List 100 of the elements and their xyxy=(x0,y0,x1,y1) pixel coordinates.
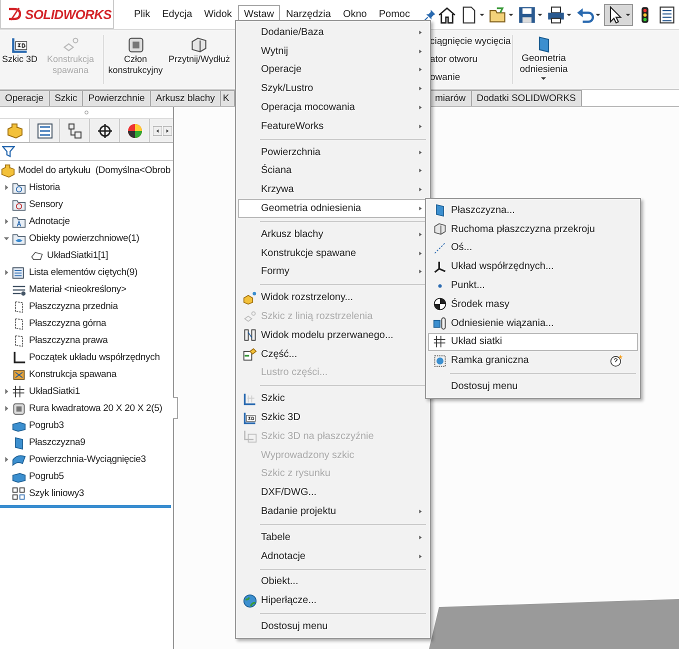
ribbon-tab[interactable]: Arkusz blachy xyxy=(150,90,221,106)
menu-item[interactable]: Arkusz blachy xyxy=(238,224,428,244)
open-folder-icon[interactable] xyxy=(489,6,507,24)
tree-item[interactable]: Historia xyxy=(29,182,60,193)
menu-item[interactable]: Hiperłącze... xyxy=(238,591,428,610)
new-document-icon[interactable] xyxy=(460,6,478,24)
menu-bar-item[interactable]: Widok xyxy=(198,5,238,24)
menu-item[interactable]: Punkt... xyxy=(428,276,638,295)
tree-item[interactable]: Sensory xyxy=(29,199,63,210)
caret-icon[interactable] xyxy=(625,12,631,18)
menu-item[interactable]: Dostosuj menu xyxy=(428,377,638,396)
expand-arrow-icon[interactable] xyxy=(2,269,10,276)
menu-item[interactable]: Szkic xyxy=(238,389,428,408)
menu-item[interactable]: DXF/DWG... xyxy=(238,483,428,502)
menu-item[interactable]: Część... xyxy=(238,344,428,364)
menu-bar-item[interactable]: Okno xyxy=(336,5,373,24)
menu-item[interactable]: Widok rozstrzelony... xyxy=(238,288,428,308)
menu-item[interactable]: Krzywa xyxy=(238,180,428,200)
caret-icon[interactable] xyxy=(508,12,514,18)
menu-item[interactable]: Geometria odniesienia xyxy=(238,199,428,218)
ribbon-tab[interactable]: K xyxy=(220,90,235,106)
ribbon-button[interactable]: ciągnięcie wycięcia xyxy=(430,36,511,47)
menu-item[interactable]: Ruchoma płaszczyzna przekroju xyxy=(428,220,638,239)
tree-item[interactable]: UkładSiatki1 xyxy=(29,386,80,397)
expand-arrow-icon[interactable] xyxy=(2,405,10,412)
menu-item[interactable]: Odniesienie wiązania... xyxy=(428,314,638,333)
menu-item[interactable]: Ramka graniczna xyxy=(428,351,638,370)
tree-item[interactable]: Płaszczyzna górna xyxy=(29,318,106,329)
caret-icon[interactable] xyxy=(566,12,572,18)
tree-item[interactable]: Konstrukcja spawana xyxy=(29,369,116,380)
menu-item[interactable]: Formy xyxy=(238,262,428,282)
tree-item[interactable]: Początek układu współrzędnych xyxy=(29,352,160,363)
ribbon-tab[interactable]: Operacje xyxy=(0,90,50,106)
save-icon[interactable] xyxy=(518,6,536,24)
menu-item[interactable]: Dodanie/Baza xyxy=(238,23,428,42)
tree-item[interactable]: Pogrub3 xyxy=(29,420,64,431)
menu-item[interactable]: Badanie projektu xyxy=(238,502,428,521)
menu-item[interactable]: Układ siatki xyxy=(428,332,638,352)
menu-item[interactable]: Widok modelu przerwanego... xyxy=(238,326,428,345)
scroll-left-icon[interactable] xyxy=(153,124,162,136)
menu-bar-item[interactable]: Edycja xyxy=(156,5,198,24)
ribbon-tab[interactable]: Szkic xyxy=(50,90,84,106)
menu-item[interactable]: Płaszczyzna... xyxy=(428,201,638,220)
ribbon-button[interactable]: Szkic 3D xyxy=(0,30,40,89)
ribbon-button[interactable]: owanie xyxy=(430,72,460,84)
pin-icon[interactable] xyxy=(424,8,436,20)
tree-item[interactable]: Rura kwadratowa 20 X 20 X 2(5) xyxy=(29,403,162,414)
undo-icon[interactable] xyxy=(576,6,594,24)
grip-dot-icon[interactable] xyxy=(84,110,89,115)
tree-item[interactable]: Szyk liniowy3 xyxy=(29,488,84,499)
caret-icon[interactable] xyxy=(595,12,601,18)
menu-item[interactable]: Dostosuj menu xyxy=(238,617,428,636)
menu-bar-item[interactable]: Plik xyxy=(128,5,156,24)
menu-item[interactable]: Oś... xyxy=(428,238,638,258)
tree-item[interactable]: Obiekty powierzchniowe(1) xyxy=(29,233,140,244)
panel-resize-handle[interactable] xyxy=(173,397,178,419)
print-icon[interactable] xyxy=(547,6,565,24)
expand-arrow-icon[interactable] xyxy=(2,388,10,395)
menu-bar-item[interactable]: Pomoc xyxy=(372,5,416,24)
ribbon-button[interactable]: Przytnij/Wydłuż xyxy=(166,30,232,89)
ribbon-tab[interactable]: Dodatki SOLIDWORKS xyxy=(472,90,582,106)
tree-item[interactable]: Płaszczyzna przednia xyxy=(29,301,118,312)
caret-icon[interactable] xyxy=(479,12,485,18)
ribbon-tab[interactable]: Powierzchnie xyxy=(83,90,151,106)
expand-arrow-icon[interactable] xyxy=(2,456,10,463)
tree-item[interactable]: Powierzchnia-Wyciągnięcie3 xyxy=(29,454,146,465)
home-icon[interactable] xyxy=(438,6,456,24)
menu-item[interactable]: Obiekt... xyxy=(238,572,428,592)
menu-item[interactable]: Powierzchnia xyxy=(238,142,428,162)
scroll-right-icon[interactable] xyxy=(163,124,172,136)
tree-item[interactable]: Lista elementów ciętych(9) xyxy=(29,267,138,278)
caret-icon[interactable] xyxy=(537,12,543,18)
menu-item[interactable]: Ściana xyxy=(238,162,428,180)
menu-item[interactable]: Układ współrzędnych... xyxy=(428,257,638,276)
menu-bar-item[interactable]: Narzędzia xyxy=(280,5,337,24)
tree-item[interactable]: Płaszczyzna prawa xyxy=(29,335,108,346)
tree-item[interactable]: Pogrub5 xyxy=(29,471,64,482)
menu-item[interactable]: FeatureWorks xyxy=(238,116,428,136)
menu-item[interactable]: Adnotacje xyxy=(238,546,428,566)
tree-item[interactable]: Model do artykułu (Domyślna<Obrob xyxy=(18,165,171,176)
filter-icon[interactable] xyxy=(2,145,15,158)
tree-item[interactable]: Adnotacje xyxy=(29,216,70,227)
menu-item[interactable]: Konstrukcje spawane xyxy=(238,244,428,263)
menu-item[interactable]: Szkic 3D xyxy=(238,408,428,427)
menu-item[interactable]: Wytnij xyxy=(238,42,428,61)
tree-item[interactable]: UkładSiatki1[1] xyxy=(47,250,108,261)
menu-item[interactable]: Operacja mocowania xyxy=(238,98,428,117)
menu-item[interactable]: Szyk/Lustro xyxy=(238,79,428,98)
expand-arrow-icon[interactable] xyxy=(2,184,10,191)
tree-item[interactable]: Płaszczyzna9 xyxy=(29,437,86,448)
menu-item[interactable]: Operacje xyxy=(238,60,428,80)
ribbon-button[interactable]: Człon konstrukcyjny xyxy=(104,30,167,89)
collapse-arrow-icon[interactable] xyxy=(2,235,10,242)
options-icon[interactable] xyxy=(658,6,676,24)
menu-item[interactable]: Środek masy xyxy=(428,294,638,314)
expand-arrow-icon[interactable] xyxy=(2,218,10,225)
tree-item[interactable]: Materiał <nieokreślony> xyxy=(29,284,126,295)
ribbon-tab[interactable]: miarów xyxy=(430,90,472,106)
ribbon-button[interactable]: Geometria odniesienia xyxy=(514,30,574,89)
menu-item[interactable]: Tabele xyxy=(238,528,428,547)
